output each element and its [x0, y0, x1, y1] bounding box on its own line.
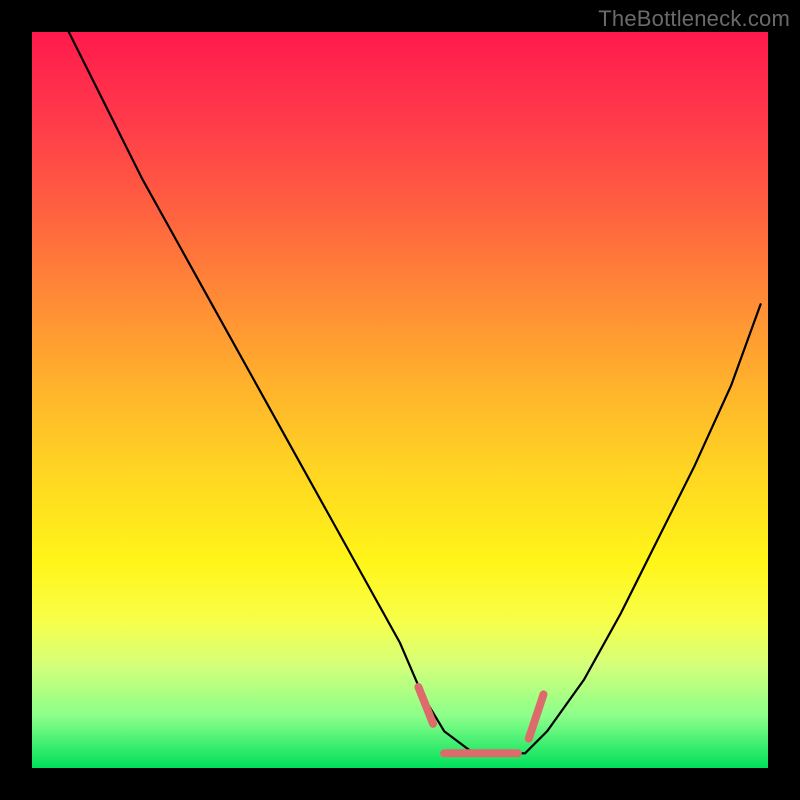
chart-container: TheBottleneck.com: [0, 0, 800, 800]
watermark-text: TheBottleneck.com: [598, 6, 790, 32]
plot-area: [32, 32, 768, 768]
bottleneck-curve: [69, 32, 761, 753]
bottleneck-curve-svg: [32, 32, 768, 768]
optimal-flat-left-entry: [418, 687, 433, 724]
optimal-flat-right-exit: [529, 694, 544, 738]
